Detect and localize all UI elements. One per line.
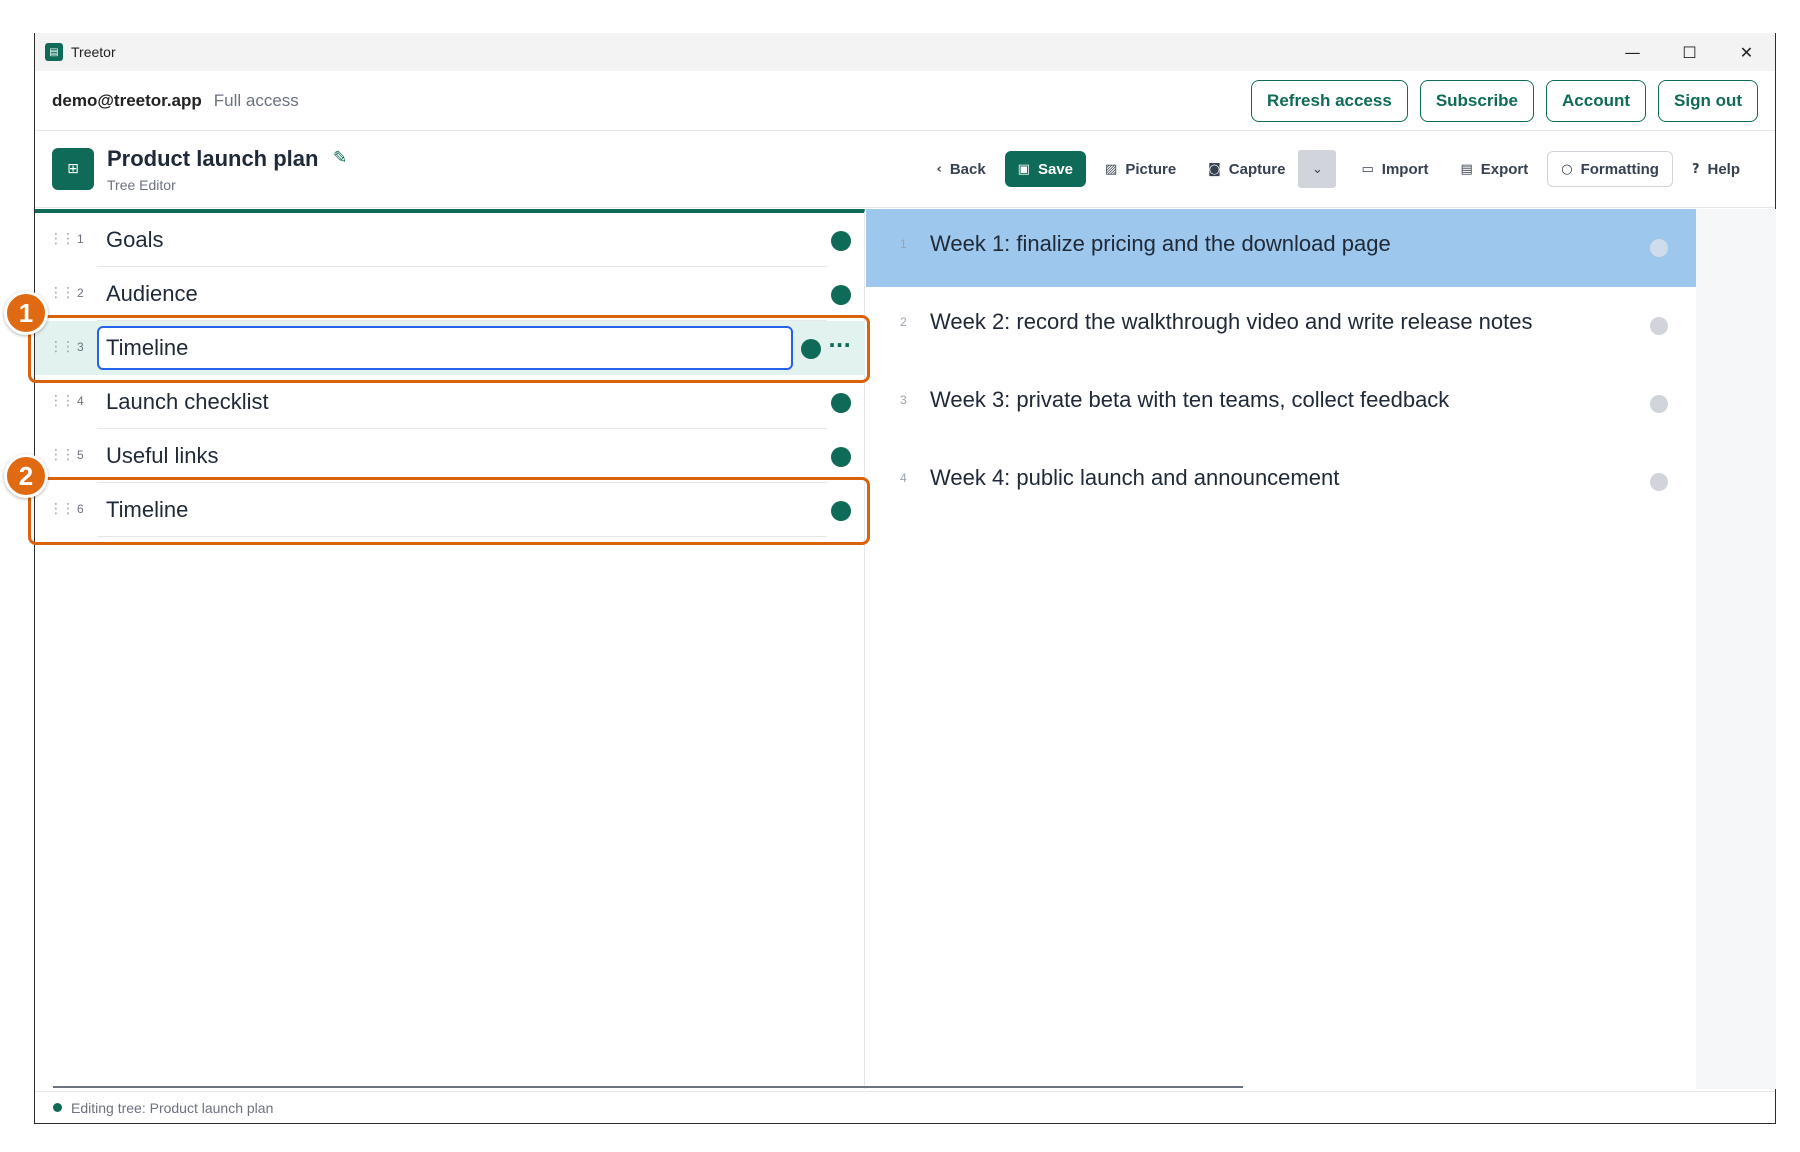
maximize-icon[interactable]: ☐ bbox=[1661, 33, 1718, 71]
access-level: Full access bbox=[213, 90, 299, 110]
detail-row[interactable]: 2 Week 2: record the walkthrough video a… bbox=[866, 287, 1696, 365]
image-icon: ▨ bbox=[1105, 161, 1118, 177]
drag-handle-icon[interactable]: ⋮⋮ bbox=[49, 231, 75, 247]
formatting-button[interactable]: ○ Formatting bbox=[1547, 151, 1673, 187]
title-bar: ▤ Treetor — ☐ ✕ bbox=[35, 33, 1775, 71]
row-label[interactable]: Launch checklist bbox=[106, 389, 269, 415]
row-label[interactable]: Useful links bbox=[106, 443, 218, 469]
export-icon: ▤ bbox=[1460, 161, 1473, 177]
tree-row[interactable]: ⋮⋮ 5 Useful links bbox=[35, 429, 865, 483]
document-title: Product launch plan bbox=[107, 146, 319, 171]
status-dot-icon[interactable] bbox=[1650, 317, 1668, 335]
export-label: Export bbox=[1480, 160, 1529, 178]
folder-icon: ▭ bbox=[1361, 161, 1374, 177]
back-label: Back bbox=[949, 160, 986, 178]
status-dot-icon[interactable] bbox=[1650, 395, 1668, 413]
document-header: ⊞ Product launch plan ✎ Tree Editor ‹ Ba… bbox=[35, 132, 1775, 208]
row-number: 2 bbox=[77, 286, 84, 300]
tree-row[interactable]: ⋮⋮ 4 Launch checklist bbox=[35, 375, 865, 429]
window-controls: — ☐ ✕ bbox=[1604, 33, 1775, 71]
drag-handle-icon[interactable]: ⋮⋮ bbox=[49, 285, 75, 301]
row-label[interactable]: Week 1: finalize pricing and the downloa… bbox=[930, 231, 1391, 257]
tree-row[interactable]: ⋮⋮ 2 Audience bbox=[35, 267, 865, 321]
picture-button[interactable]: ▨ Picture bbox=[1092, 151, 1189, 187]
app-window: ▤ Treetor — ☐ ✕ demo@treetor.app Full ac… bbox=[34, 33, 1776, 1124]
formatting-label: Formatting bbox=[1580, 160, 1659, 178]
minimize-icon[interactable]: — bbox=[1604, 33, 1661, 71]
capture-label: Capture bbox=[1228, 160, 1286, 178]
callout-badge-1: 1 bbox=[4, 291, 48, 335]
tree-editor-icon: ⊞ bbox=[52, 148, 94, 190]
import-label: Import bbox=[1381, 160, 1429, 178]
status-dot-icon[interactable] bbox=[1650, 239, 1668, 257]
drag-handle-icon[interactable]: ⋮⋮ bbox=[49, 447, 75, 463]
help-button[interactable]: ? Help bbox=[1679, 151, 1753, 187]
editor-toolbar: ‹ Back ▣ Save ▨ Picture ◙ Capture ⌄ ▭ Im… bbox=[923, 150, 1753, 188]
help-icon: ? bbox=[1691, 161, 1700, 177]
close-icon[interactable]: ✕ bbox=[1718, 33, 1775, 71]
capture-dropdown-chevron-down-icon[interactable]: ⌄ bbox=[1298, 150, 1337, 188]
row-label[interactable]: Week 2: record the walkthrough video and… bbox=[930, 309, 1533, 335]
status-text: Editing tree: Product launch plan bbox=[71, 1099, 274, 1116]
sign-out-button[interactable]: Sign out bbox=[1658, 80, 1758, 122]
row-number: 4 bbox=[77, 394, 84, 408]
window-title: Treetor bbox=[71, 44, 116, 60]
pencil-icon[interactable]: ✎ bbox=[333, 148, 347, 168]
drag-handle-icon[interactable]: ⋮⋮ bbox=[49, 393, 75, 409]
detail-row[interactable]: 4 Week 4: public launch and announcement bbox=[866, 443, 1696, 521]
row-label[interactable]: Audience bbox=[106, 281, 198, 307]
row-number: 1 bbox=[77, 232, 84, 246]
status-dot-icon[interactable] bbox=[1650, 473, 1668, 491]
account-actions: Refresh access Subscribe Account Sign ou… bbox=[1251, 80, 1758, 122]
callout-badge-2: 2 bbox=[4, 454, 48, 498]
row-number: 4 bbox=[900, 471, 907, 485]
detail-row-active[interactable]: 1 Week 1: finalize pricing and the downl… bbox=[866, 209, 1696, 287]
subscribe-button[interactable]: Subscribe bbox=[1419, 80, 1535, 122]
format-circle-icon: ○ bbox=[1561, 161, 1573, 177]
row-label[interactable]: Goals bbox=[106, 227, 163, 253]
row-number: 5 bbox=[77, 448, 84, 462]
help-label: Help bbox=[1707, 160, 1740, 178]
camera-icon: ◙ bbox=[1208, 161, 1221, 177]
status-dot-icon[interactable] bbox=[831, 393, 851, 413]
tree-row[interactable]: ⋮⋮ 1 Goals bbox=[35, 213, 865, 267]
save-icon: ▣ bbox=[1017, 161, 1030, 177]
status-dot-icon[interactable] bbox=[831, 231, 851, 251]
account-bar: demo@treetor.app Full access Refresh acc… bbox=[35, 71, 1775, 131]
status-dot-icon[interactable] bbox=[831, 285, 851, 305]
row-label[interactable]: Week 4: public launch and announcement bbox=[930, 465, 1339, 491]
chevron-left-icon: ‹ bbox=[936, 161, 942, 177]
app-logo-icon: ▤ bbox=[45, 43, 63, 61]
export-button[interactable]: ▤ Export bbox=[1447, 151, 1541, 187]
callout-frame-1 bbox=[28, 315, 870, 383]
import-button[interactable]: ▭ Import bbox=[1348, 151, 1441, 187]
user-email: demo@treetor.app bbox=[52, 90, 202, 110]
row-label[interactable]: Week 3: private beta with ten teams, col… bbox=[930, 387, 1449, 413]
save-button[interactable]: ▣ Save bbox=[1004, 151, 1087, 187]
save-label: Save bbox=[1037, 160, 1074, 178]
capture-button[interactable]: ◙ Capture bbox=[1195, 151, 1298, 187]
picture-label: Picture bbox=[1125, 160, 1177, 178]
back-button[interactable]: ‹ Back bbox=[923, 151, 998, 187]
horizontal-scrollbar[interactable] bbox=[53, 1086, 1243, 1088]
status-bar: Editing tree: Product launch plan bbox=[35, 1091, 1775, 1123]
document-subtitle: Tree Editor bbox=[107, 177, 176, 193]
row-number: 3 bbox=[900, 393, 907, 407]
refresh-access-button[interactable]: Refresh access bbox=[1251, 80, 1408, 122]
status-dot-icon[interactable] bbox=[831, 447, 851, 467]
row-number: 2 bbox=[900, 315, 907, 329]
detail-pane: 1 Week 1: finalize pricing and the downl… bbox=[866, 209, 1696, 1089]
callout-frame-2 bbox=[28, 477, 870, 545]
account-button[interactable]: Account bbox=[1546, 80, 1647, 122]
right-gutter bbox=[1696, 209, 1776, 1089]
status-indicator-icon bbox=[53, 1103, 62, 1112]
detail-row[interactable]: 3 Week 3: private beta with ten teams, c… bbox=[866, 365, 1696, 443]
row-number: 1 bbox=[900, 237, 907, 251]
